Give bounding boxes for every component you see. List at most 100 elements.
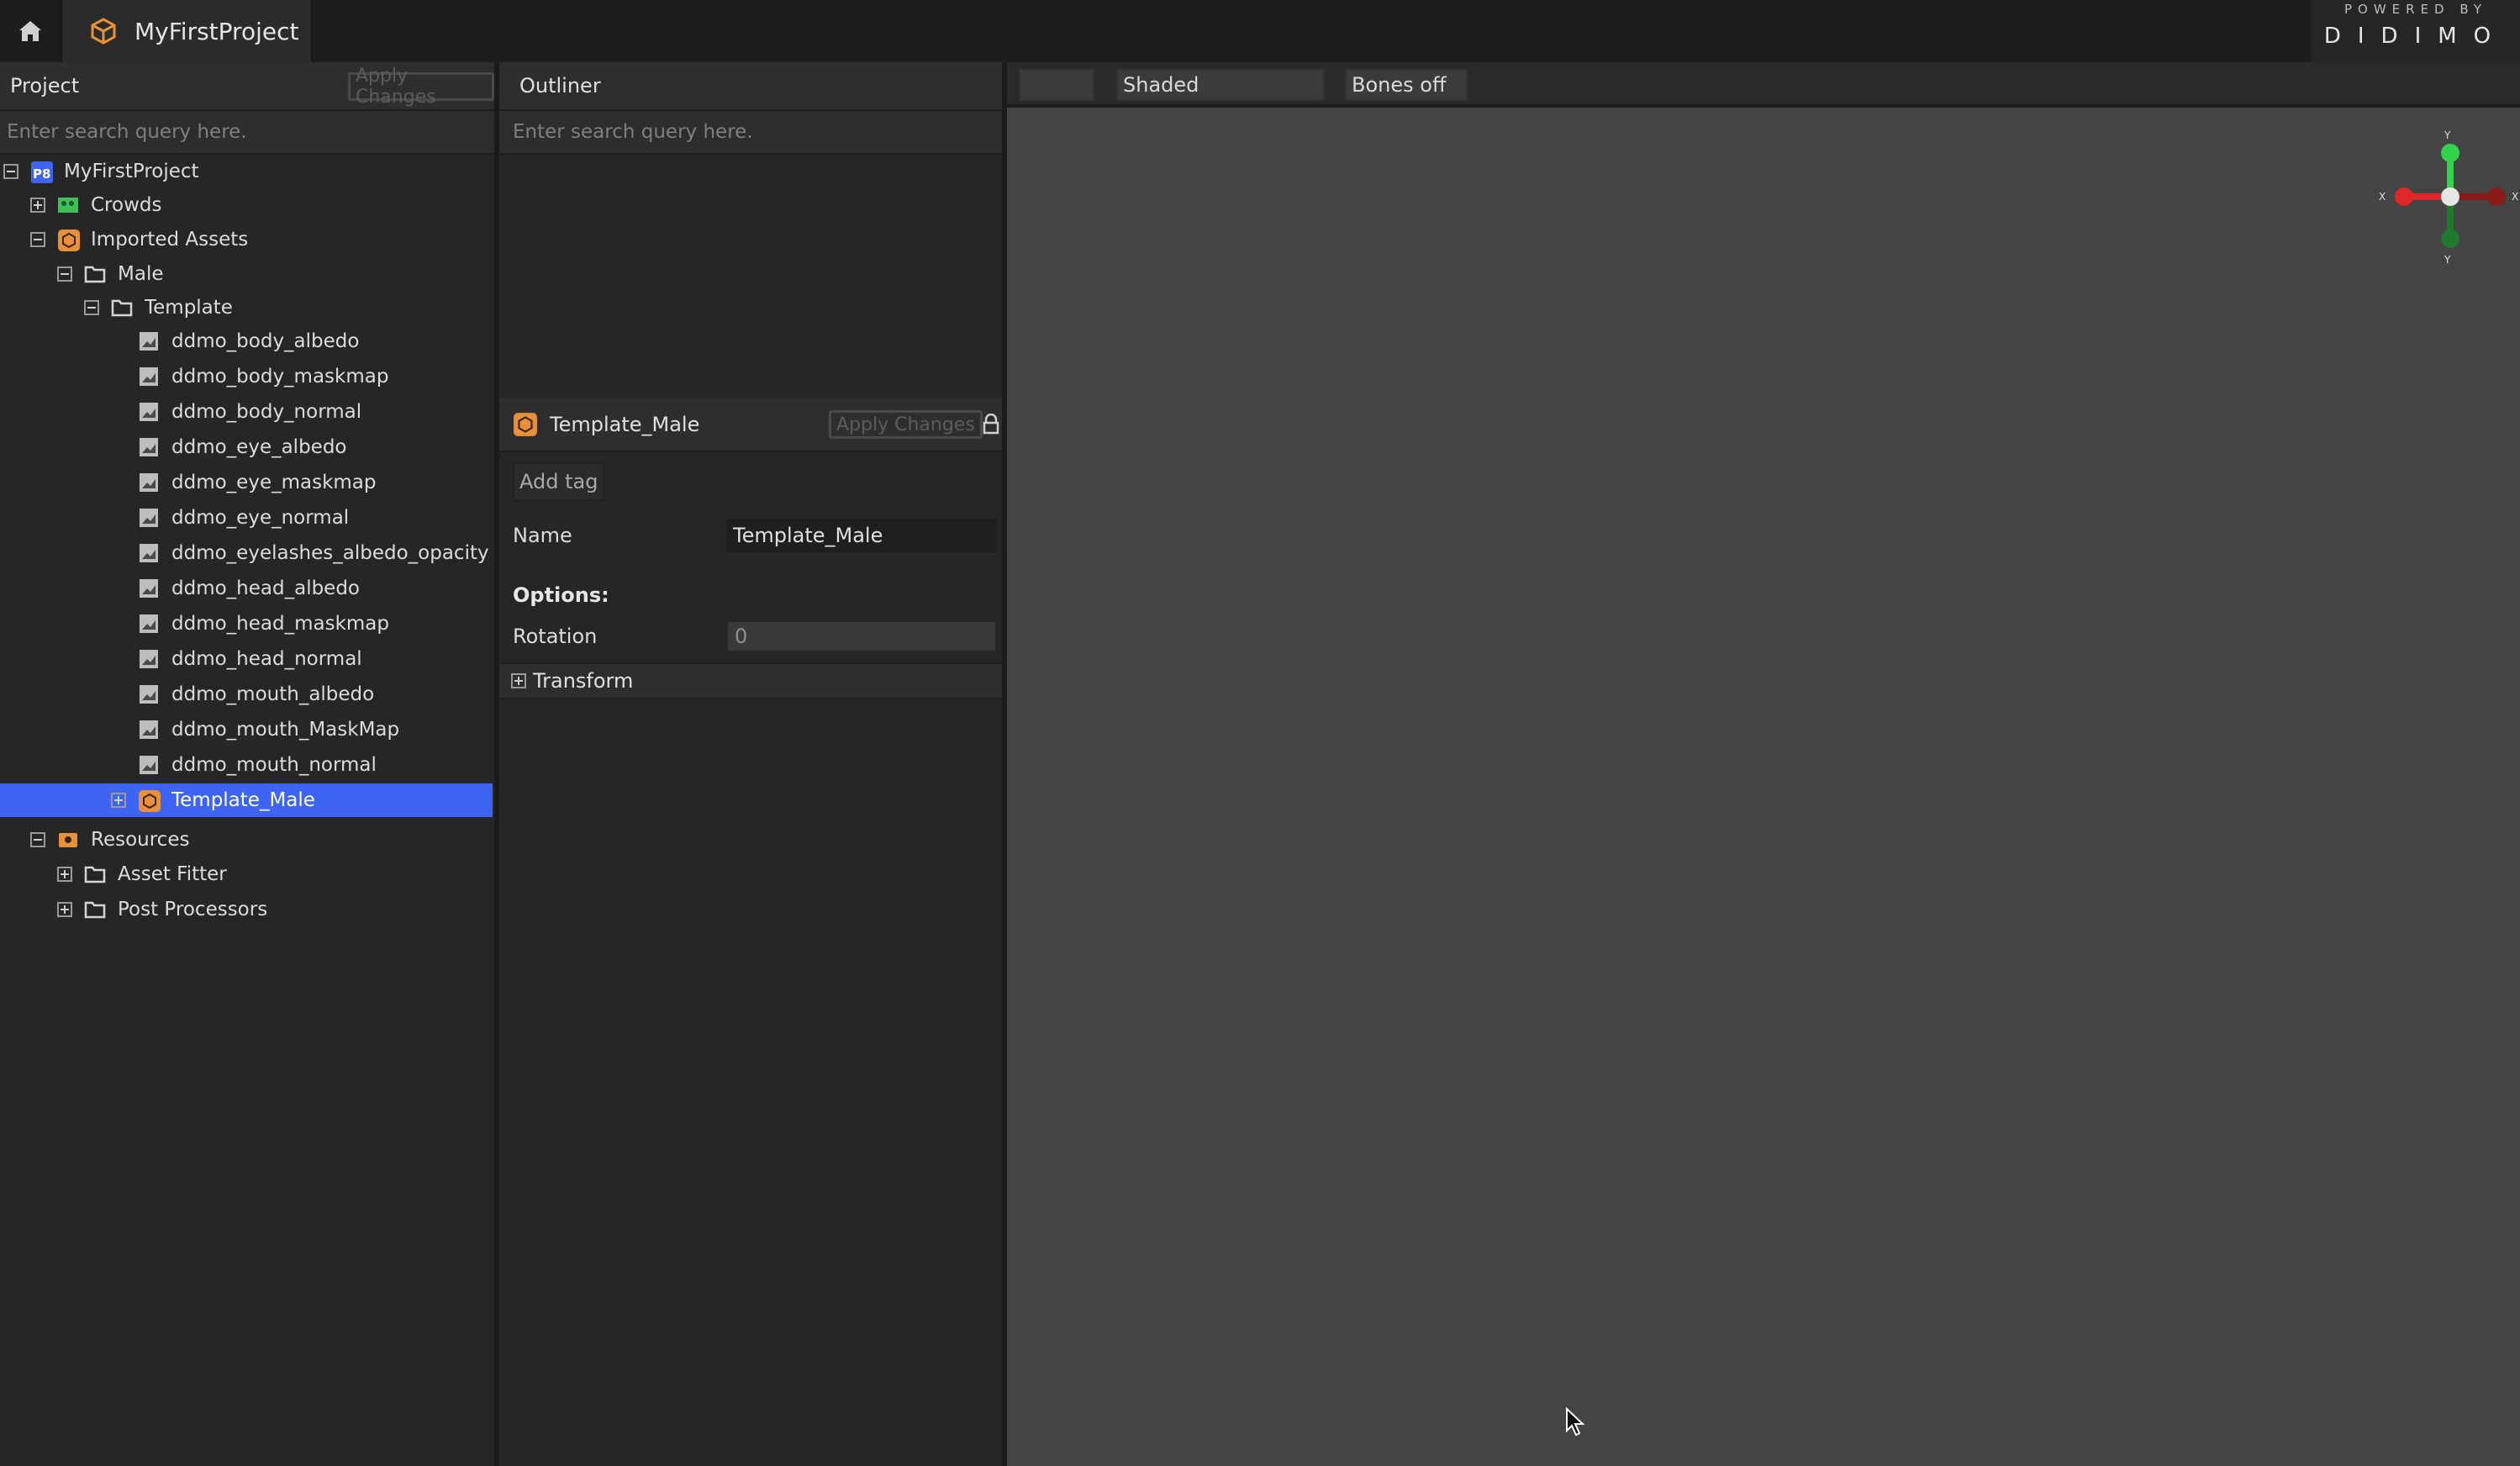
inspector-header: Template_Male Apply Changes [499,398,1002,452]
image-icon [138,401,160,423]
image-icon [138,683,160,705]
project-panel-header: Project Apply Changes [0,62,494,111]
name-field[interactable]: Template_Male [726,519,997,552]
expand-icon[interactable] [30,198,45,213]
tree-item-label: MyFirstProject [64,161,199,182]
gizmo-x-label: X [2379,191,2386,203]
asset-package-icon [138,789,161,812]
home-button[interactable] [0,0,62,62]
tree-item-label: ddmo_head_maskmap [171,613,389,635]
expand-icon[interactable] [111,793,126,808]
top-bar: MyFirstProject POWERED BY DIDIMO [0,0,2520,62]
viewport[interactable]: Shaded Bones off Y X Y X [1007,62,2520,1466]
add-tag-button[interactable]: Add tag [513,462,605,501]
collapse-icon[interactable] [84,300,99,315]
rotation-label: Rotation [513,625,598,648]
tree-item-texture[interactable]: ddmo_mouth_normal [0,748,494,782]
tree-item-male[interactable]: Male [0,257,494,291]
expand-icon[interactable] [57,867,72,882]
image-icon [138,719,160,741]
tree-item-texture[interactable]: ddmo_eye_normal [0,501,494,535]
tree-item-texture[interactable]: ddmo_body_maskmap [0,360,494,393]
tree-item-post-processors[interactable]: Post Processors [0,893,494,926]
tree-item-label: Male [118,263,164,285]
tree-item-texture[interactable]: ddmo_eye_maskmap [0,466,494,499]
project-icon: P8 [30,161,53,183]
transform-label: Transform [533,669,634,693]
tree-item-root[interactable]: P8 MyFirstProject [0,155,494,188]
outliner-search-input[interactable]: Enter search query here. [499,111,1002,155]
tree-item-label: ddmo_body_albedo [171,330,360,352]
image-icon [138,436,160,458]
camera-select[interactable] [1019,69,1094,101]
name-row: Name Template_Male [499,516,1002,555]
tree-item-texture[interactable]: ddmo_eye_albedo [0,430,494,464]
image-icon [138,330,160,352]
lock-icon[interactable] [982,414,1000,435]
outliner-header: Outliner [499,62,1002,111]
tree-item-texture[interactable]: ddmo_mouth_albedo [0,678,494,711]
crowds-icon [57,194,79,216]
collapse-icon[interactable] [57,266,72,282]
transform-section[interactable]: Transform [499,662,1002,699]
tree-item-texture[interactable]: ddmo_body_normal [0,395,494,429]
inspector-panel: Template_Male Apply Changes Add tag Name… [499,398,1007,1466]
project-panel-title: Project [10,74,80,98]
tree-item-label: ddmo_mouth_MaskMap [171,719,400,741]
tree-item-label: ddmo_mouth_albedo [171,683,375,705]
image-icon [138,366,160,388]
image-icon [138,648,160,670]
orientation-gizmo[interactable]: Y X Y X [2379,119,2520,279]
tree-item-label: ddmo_body_normal [171,401,362,423]
brand-logo: POWERED BY DIDIMO [2312,0,2520,62]
folder-icon [84,899,106,920]
project-apply-changes-button[interactable]: Apply Changes [348,66,494,108]
inspector-title: Template_Male [550,413,700,436]
svg-text:P8: P8 [33,166,50,182]
tree-item-texture[interactable]: ddmo_body_albedo [0,324,494,358]
tree-item-label: ddmo_eye_normal [171,507,350,529]
asset-package-icon [513,412,538,437]
tree-item-label: ddmo_body_maskmap [171,366,389,388]
folder-icon [84,863,106,885]
asset-package-icon [57,229,80,251]
tab-project-label: MyFirstProject [134,17,299,45]
name-label: Name [513,524,572,547]
rotation-field[interactable]: 0 [728,622,995,651]
tree-item-label: ddmo_eye_maskmap [171,472,377,493]
collapse-icon[interactable] [30,832,45,847]
tree-item-texture[interactable]: ddmo_head_maskmap [0,607,494,641]
tree-item-template[interactable]: Template [0,291,494,324]
tab-project[interactable]: MyFirstProject [62,0,313,62]
gizmo-x-neg-label: X [2512,191,2519,203]
collapse-icon[interactable] [3,164,18,179]
image-icon [138,472,160,493]
tree-item-label: Template_Male [171,789,315,811]
tree-item-asset-fitter[interactable]: Asset Fitter [0,857,494,891]
tree-item-crowds[interactable]: Crowds [0,188,494,222]
tree-item-texture[interactable]: ddmo_head_normal [0,642,494,676]
collapse-icon[interactable] [30,232,45,247]
gizmo-y-label: Y [2444,129,2451,141]
expand-icon[interactable] [57,902,72,917]
expand-icon[interactable] [511,673,526,688]
brand-name: DIDIMO [2323,24,2508,49]
bones-toggle[interactable]: Bones off [1345,69,1468,101]
tree-item-template-male[interactable]: Template_Male [0,783,493,817]
tree-item-label: ddmo_head_albedo [171,577,361,599]
project-search-input[interactable]: Enter search query here. [0,111,494,155]
tree-item-texture[interactable]: ddmo_head_albedo [0,572,494,605]
tree-item-texture[interactable]: ddmo_eyelashes_albedo_opacity [0,536,494,570]
brand-powered-text: POWERED BY [2343,2,2487,17]
tree-item-label: Post Processors [118,899,268,920]
shading-mode-select[interactable]: Shaded [1116,69,1325,101]
inspector-apply-changes-button[interactable]: Apply Changes [829,410,983,439]
tree-item-label: ddmo_mouth_normal [171,754,377,776]
tree-item-imported-assets[interactable]: Imported Assets [0,223,494,256]
tree-item-label: ddmo_head_normal [171,648,362,670]
tree-item-texture[interactable]: ddmo_mouth_MaskMap [0,713,494,746]
tree-item-resources[interactable]: Resources [0,823,494,857]
viewport-toolbar: Shaded Bones off [1007,62,2520,108]
gizmo-y-neg-label: Y [2444,254,2451,266]
home-icon [18,19,43,43]
